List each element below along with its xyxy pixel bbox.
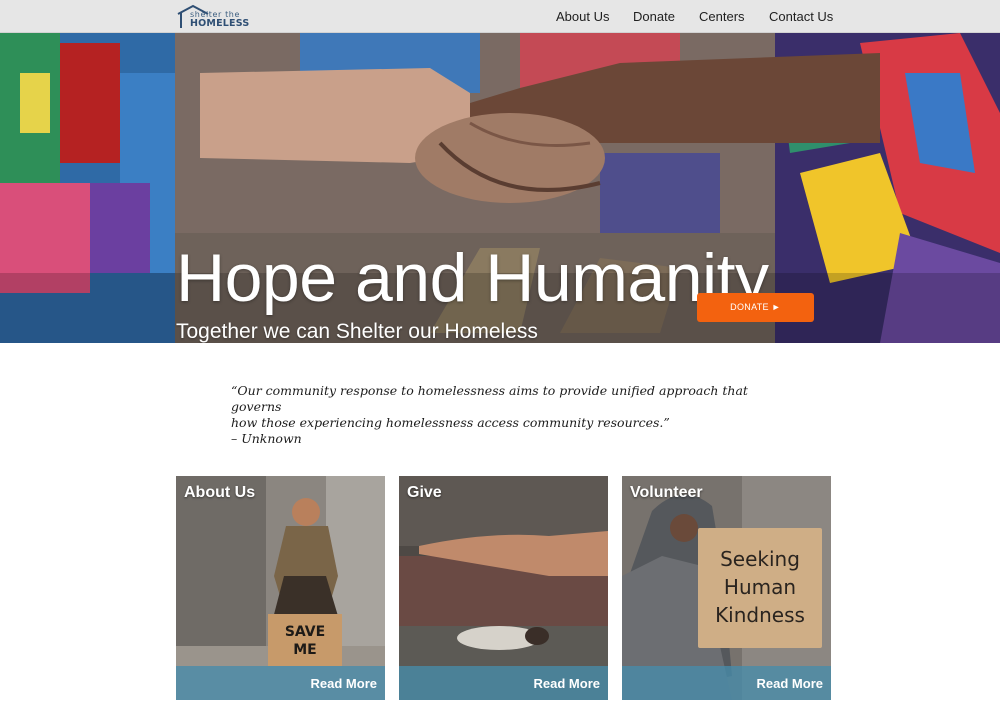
quote-attribution: – Unknown (231, 431, 302, 446)
logo-text-bottom: HOMELESS (190, 18, 250, 29)
top-navbar: shelter the HOMELESS About Us Donate Cen… (0, 0, 1000, 33)
card-title-volunteer: Volunteer (630, 484, 703, 501)
sign-line-1: SAVE (285, 624, 325, 640)
site-logo[interactable]: shelter the HOMELESS (176, 4, 250, 30)
card-give[interactable]: Give Read More (399, 476, 608, 700)
sign-line-3: Kindness (715, 603, 805, 627)
hero-subtitle: Together we can Shelter our Homeless (176, 320, 538, 343)
hero-banner: Hope and Humanity Together we can Shelte… (0, 33, 1000, 343)
community-quote: “Our community response to homelessness … (231, 383, 791, 447)
card-title-give: Give (407, 484, 442, 501)
card-volunteer[interactable]: Seeking Human Kindness Volunteer Read Mo… (622, 476, 831, 700)
sign-line-2: ME (293, 642, 317, 658)
sign-line-1: Seeking (720, 547, 800, 571)
nav-link-contact-us[interactable]: Contact Us (769, 9, 833, 24)
read-more-link[interactable]: Read More (757, 676, 823, 691)
quote-line-2: how those experiencing homelessness acce… (231, 415, 670, 430)
nav-link-donate[interactable]: Donate (633, 9, 675, 24)
nav-link-about-us[interactable]: About Us (556, 9, 609, 24)
hero-title: Hope and Humanity (176, 240, 769, 316)
quote-line-1: “Our community response to homelessness … (231, 383, 748, 414)
read-more-link[interactable]: Read More (311, 676, 377, 691)
read-more-link[interactable]: Read More (534, 676, 600, 691)
sign-line-2: Human (724, 575, 796, 599)
card-about-us[interactable]: SAVE ME About Us Read More (176, 476, 385, 700)
nav-link-centers[interactable]: Centers (699, 9, 745, 24)
card-title-about-us: About Us (184, 484, 256, 501)
donate-button[interactable]: DONATE ► (697, 293, 814, 322)
